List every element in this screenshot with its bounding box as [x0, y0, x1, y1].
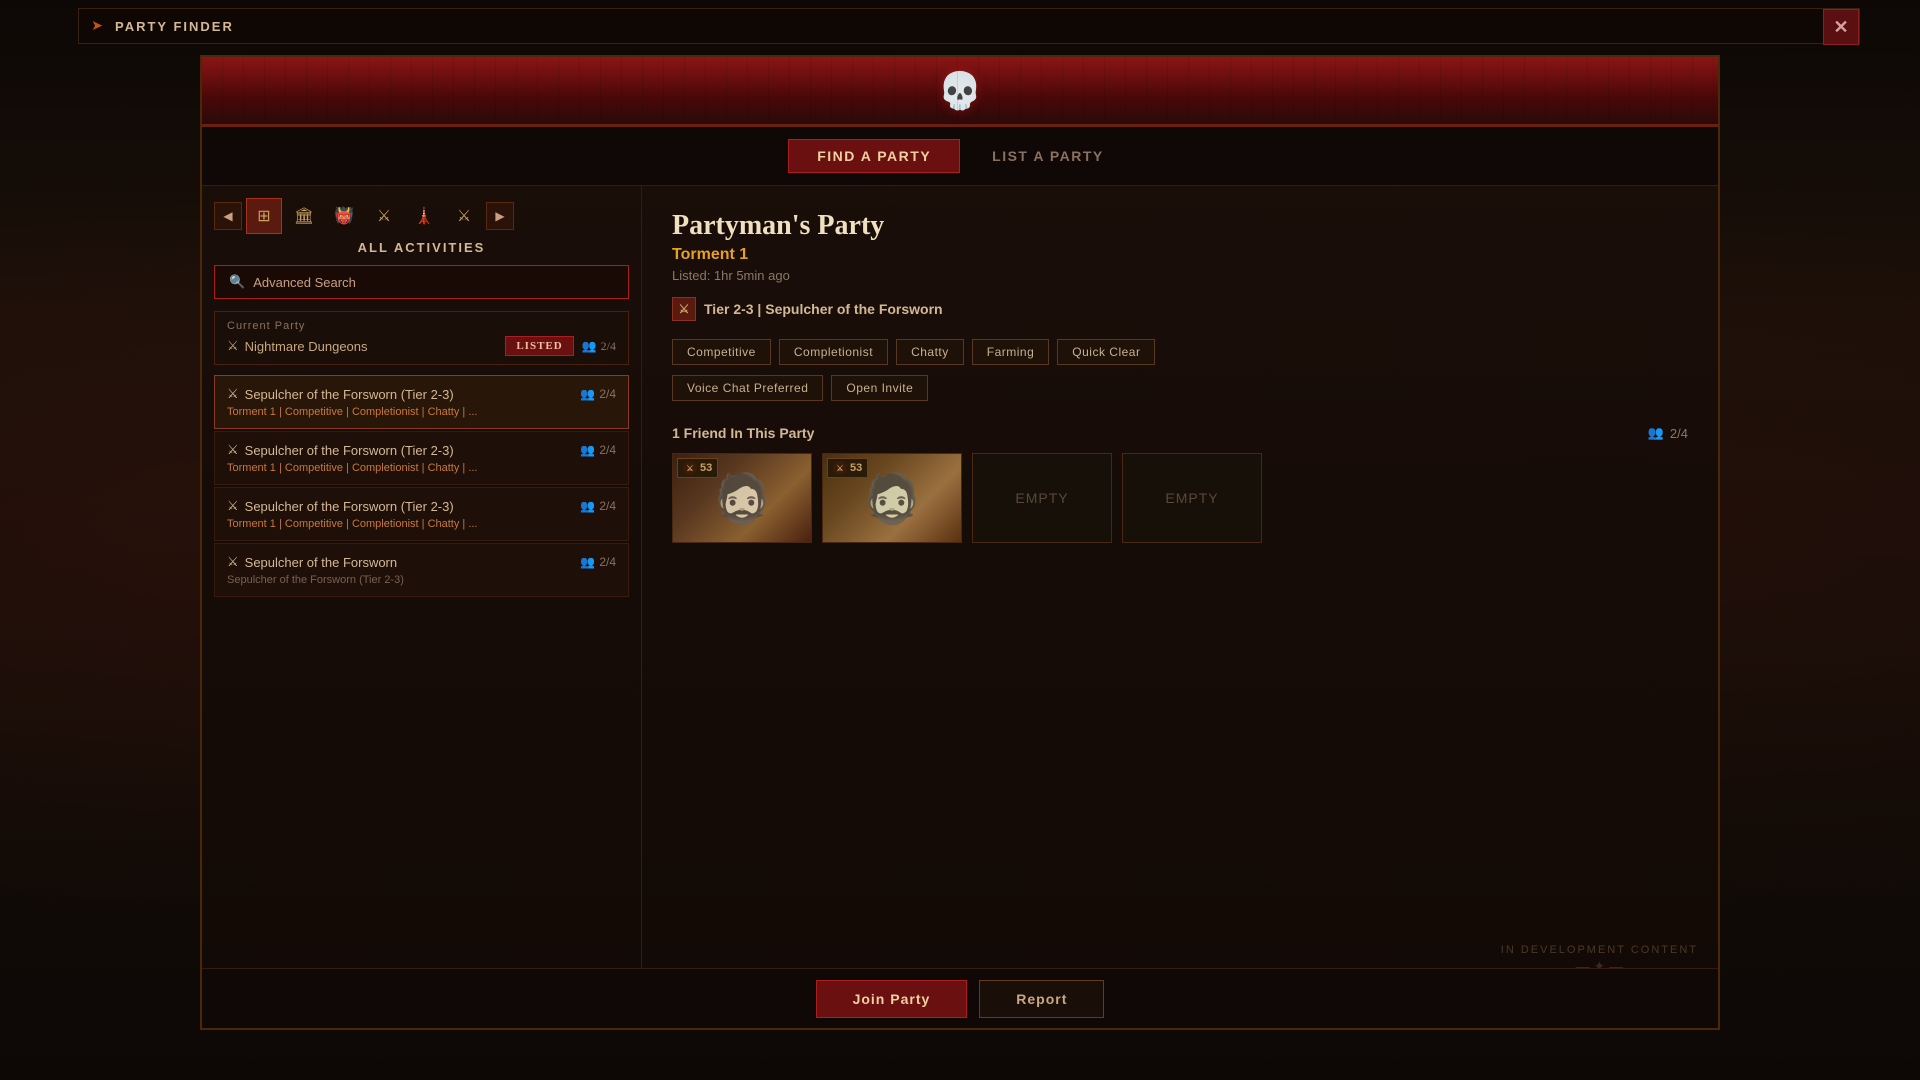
player-level-badge-2: ⚔ 53: [827, 458, 868, 478]
current-party-info: ⚔ Nightmare Dungeons: [227, 338, 368, 354]
friends-label: 1 Friend In This Party: [672, 425, 814, 441]
activity-all-button[interactable]: ⊞: [246, 198, 282, 234]
party-icon: ⚔: [227, 498, 239, 514]
tags-row-1: Competitive Completionist Chatty Farming…: [672, 339, 1688, 365]
current-party-activity: Nightmare Dungeons: [245, 339, 368, 354]
empty-slot-label-2: EMPTY: [1165, 490, 1218, 506]
tag-open-invite: Open Invite: [831, 375, 928, 401]
party-slot-count: 👥 2/4: [580, 387, 616, 401]
current-party-label: Current Party: [227, 320, 616, 332]
class-icon-1: ⚔: [683, 461, 697, 475]
party-item-name: ⚔ Sepulcher of the Forsworn (Tier 2-3): [227, 386, 454, 402]
activity-nav: ◀ ⊞ 🏛 👹 ⚔ 🗼 ⚔ ▶: [214, 198, 629, 234]
title-bar: ➤ PARTY FINDER ✕: [78, 8, 1860, 44]
activity-icon: ⚔: [672, 297, 696, 321]
tags-row-2: Voice Chat Preferred Open Invite: [672, 375, 1688, 401]
party-icon: ⚔: [227, 442, 239, 458]
list-item[interactable]: ⚔ Sepulcher of the Forsworn (Tier 2-3) 👥…: [214, 375, 629, 429]
party-listed-time: Listed: 1hr 5min ago: [672, 268, 1688, 283]
window-title: PARTY FINDER: [115, 19, 234, 34]
search-icon: 🔍: [229, 274, 245, 290]
main-window: 💀 FIND A PARTY LIST A PARTY ◀ ⊞ 🏛 👹 ⚔ 🗼 …: [200, 55, 1720, 1030]
activity-pvp-button[interactable]: ⚔: [446, 198, 482, 234]
search-placeholder: Advanced Search: [253, 275, 356, 290]
tag-competitive: Competitive: [672, 339, 771, 365]
bottom-bar: Join Party Report: [202, 968, 1718, 1028]
skull-emblem-icon: 💀: [930, 66, 990, 116]
group-icon: 👥: [1648, 425, 1664, 441]
left-panel: ◀ ⊞ 🏛 👹 ⚔ 🗼 ⚔ ▶ ALL ACTIVITIES 🔍 Advance…: [202, 186, 642, 1027]
content-area: ◀ ⊞ 🏛 👹 ⚔ 🗼 ⚔ ▶ ALL ACTIVITIES 🔍 Advance…: [202, 186, 1718, 1027]
list-item[interactable]: ⚔ Sepulcher of the Forsworn 👥 2/4 Sepulc…: [214, 543, 629, 597]
player-slot-1: 🧔 ⚔ 53: [672, 453, 812, 543]
tab-find-party[interactable]: FIND A PARTY: [788, 139, 960, 173]
friends-header: 1 Friend In This Party 👥 2/4: [672, 425, 1688, 441]
current-party-row: ⚔ Nightmare Dungeons LISTED 👥 2/4: [227, 336, 616, 356]
current-party-box: Current Party ⚔ Nightmare Dungeons LISTE…: [214, 311, 629, 365]
activity-raid-button[interactable]: ⚔: [366, 198, 402, 234]
dev-note-1: IN DEVELOPMENT CONTENT: [1501, 944, 1698, 956]
party-item-name: ⚔ Sepulcher of the Forsworn: [227, 554, 397, 570]
right-panel: Partyman's Party Torment 1 Listed: 1hr 5…: [642, 186, 1718, 1027]
tag-completionist: Completionist: [779, 339, 888, 365]
party-item-tags: Torment 1 | Competitive | Completionist …: [227, 406, 616, 418]
tag-chatty: Chatty: [896, 339, 964, 365]
listed-badge: LISTED: [505, 336, 573, 356]
prev-activity-button[interactable]: ◀: [214, 202, 242, 230]
party-activity: ⚔ Tier 2-3 | Sepulcher of the Forsworn: [672, 297, 1688, 321]
party-finder-icon: ➤: [87, 16, 107, 36]
activity-tower-button[interactable]: 🗼: [406, 198, 442, 234]
party-icon: ⚔: [227, 554, 239, 570]
party-item-tags: Torment 1 | Competitive | Completionist …: [227, 462, 616, 474]
party-item-name: ⚔ Sepulcher of the Forsworn (Tier 2-3): [227, 498, 454, 514]
player-slots: 🧔 ⚔ 53 🧔: [672, 453, 1688, 543]
tab-bar: FIND A PARTY LIST A PARTY: [202, 127, 1718, 186]
avatar-face-1: 🧔: [712, 470, 772, 527]
party-slot-count: 👥 2/4: [580, 443, 616, 457]
list-item[interactable]: ⚔ Sepulcher of the Forsworn (Tier 2-3) 👥…: [214, 431, 629, 485]
current-party-dungeon-icon: ⚔: [227, 338, 239, 354]
empty-slot-label-1: EMPTY: [1015, 490, 1068, 506]
party-item-name: ⚔ Sepulcher of the Forsworn (Tier 2-3): [227, 442, 454, 458]
tag-voice-chat: Voice Chat Preferred: [672, 375, 823, 401]
join-party-button[interactable]: Join Party: [816, 980, 968, 1018]
party-item-tags: Torment 1 | Competitive | Completionist …: [227, 518, 616, 530]
tab-list-party[interactable]: LIST A PARTY: [964, 140, 1132, 172]
friends-count: 👥 2/4: [1648, 425, 1688, 441]
activity-dungeon-button[interactable]: 🏛: [286, 198, 322, 234]
party-icon: ⚔: [227, 386, 239, 402]
party-item-tags: Sepulcher of the Forsworn (Tier 2-3): [227, 574, 616, 586]
activity-label: ALL ACTIVITIES: [214, 240, 629, 255]
search-box[interactable]: 🔍 Advanced Search: [214, 265, 629, 299]
player-slot-3: EMPTY: [972, 453, 1112, 543]
avatar-face-2: 🧔: [862, 470, 922, 527]
party-difficulty: Torment 1: [672, 246, 1688, 264]
close-button[interactable]: ✕: [1823, 9, 1859, 45]
current-party-slots: 👥 2/4: [582, 339, 616, 354]
activity-boss-button[interactable]: 👹: [326, 198, 362, 234]
next-activity-button[interactable]: ▶: [486, 202, 514, 230]
list-item[interactable]: ⚔ Sepulcher of the Forsworn (Tier 2-3) 👥…: [214, 487, 629, 541]
player-level-badge-1: ⚔ 53: [677, 458, 718, 478]
party-slot-count: 👥 2/4: [580, 555, 616, 569]
player-slot-2: 🧔 ⚔ 53: [822, 453, 962, 543]
tag-quick-clear: Quick Clear: [1057, 339, 1155, 365]
friends-section: 1 Friend In This Party 👥 2/4 🧔: [672, 425, 1688, 543]
group-icon: 👥: [582, 339, 597, 354]
player-slot-4: EMPTY: [1122, 453, 1262, 543]
report-button[interactable]: Report: [979, 980, 1104, 1018]
party-list: ⚔ Sepulcher of the Forsworn (Tier 2-3) 👥…: [214, 375, 629, 1015]
tag-farming: Farming: [972, 339, 1050, 365]
party-title: Partyman's Party: [672, 210, 1688, 242]
decorative-header: 💀: [202, 57, 1718, 127]
class-icon-2: ⚔: [833, 461, 847, 475]
party-slot-count: 👥 2/4: [580, 499, 616, 513]
